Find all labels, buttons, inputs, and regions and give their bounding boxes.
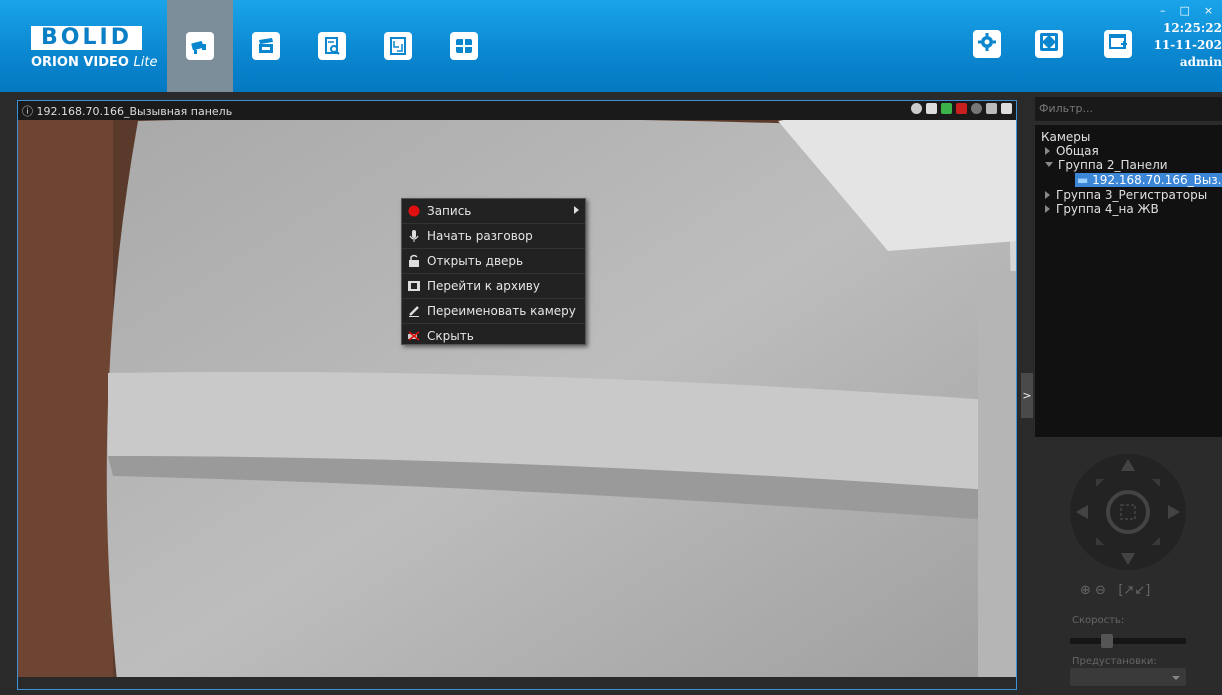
floor-plan-icon <box>384 32 412 60</box>
clapperboard-icon <box>252 32 280 60</box>
camera-label: 192.168.70.166_Выз... <box>1092 173 1222 187</box>
menu-item-label: Запись <box>427 204 472 218</box>
tab-monitoring[interactable] <box>167 0 233 92</box>
unlock-icon <box>407 254 421 268</box>
record-icon[interactable] <box>971 103 982 114</box>
archive-icon[interactable] <box>986 103 997 114</box>
pencil-icon <box>407 304 421 318</box>
tree-group-label: Группа 3_Регистраторы <box>1056 188 1208 202</box>
top-toolbar: BOLID ORION VIDEO Lite – □ × 12:25:22 11… <box>0 0 1222 92</box>
phone-icon[interactable] <box>941 103 952 114</box>
menu-item-label: Перейти к архиву <box>427 279 540 293</box>
tree-group-label: Общая <box>1056 144 1099 158</box>
presets-select[interactable] <box>1070 668 1186 686</box>
tree-root[interactable]: Камеры <box>1041 130 1090 144</box>
zoom-icon[interactable] <box>911 103 922 114</box>
current-user: admin <box>1179 55 1222 69</box>
right-panel: Фильтр... Камеры Общая Группа 2_Панели ▬… <box>1034 97 1222 695</box>
camera-image <box>18 101 1016 689</box>
video-footer <box>18 677 1016 689</box>
grid-layout-icon <box>450 32 478 60</box>
clock-date: 11-11-202 <box>1153 38 1222 52</box>
speed-label: Скорость: <box>1072 615 1125 626</box>
menu-item-open-door[interactable]: Открыть дверь <box>402 249 585 274</box>
menu-item-label: Переименовать камеру <box>427 304 576 318</box>
tab-clips[interactable] <box>233 0 299 92</box>
logo-sub-text: ORION VIDEO <box>31 55 129 70</box>
video-viewport[interactable]: ⓘ 192.168.70.166_Вызывная панель <box>17 100 1017 690</box>
menu-item-go-to-archive[interactable]: Перейти к архиву <box>402 274 585 299</box>
presets-label: Предустановки: <box>1072 656 1157 667</box>
tree-group-label: Группа 4_на ЖВ <box>1056 202 1159 216</box>
video-header: ⓘ 192.168.70.166_Вызывная панель <box>18 101 1016 120</box>
app-logo: BOLID ORION VIDEO Lite <box>31 26 157 81</box>
menu-item-hide[interactable]: Скрыть <box>402 324 585 348</box>
selected-camera[interactable]: ▬ 192.168.70.166_Выз... <box>1075 173 1222 187</box>
zoom-in-icon[interactable]: ⊕ <box>1080 583 1091 598</box>
tree-camera-item[interactable]: ▬ 192.168.70.166_Выз... <box>1075 173 1222 187</box>
filter-input[interactable]: Фильтр... <box>1035 97 1222 121</box>
focus-icon[interactable]: [↗↙] <box>1118 583 1150 598</box>
camera-icon <box>186 32 214 60</box>
fullscreen-icon <box>1039 32 1059 56</box>
expand-arrow-icon[interactable] <box>1045 191 1050 199</box>
panel-toggle-button[interactable]: > <box>1021 373 1033 418</box>
close-icon[interactable]: × <box>1204 4 1213 17</box>
zoom-out-icon[interactable]: ⊖ <box>1095 583 1106 598</box>
menu-item-rename-camera[interactable]: Переименовать камеру <box>402 299 585 324</box>
film-icon <box>407 279 421 293</box>
menu-item-label: Открыть дверь <box>427 254 524 268</box>
record-dot-icon <box>407 204 421 218</box>
submenu-arrow-icon <box>574 206 579 214</box>
camera-tree: Камеры Общая Группа 2_Панели ▬ 192.168.7… <box>1035 125 1222 437</box>
speed-slider[interactable] <box>1070 634 1186 648</box>
menu-item-label: Начать разговор <box>427 229 533 243</box>
camera-small-icon: ▬ <box>1077 173 1089 187</box>
lock-icon[interactable] <box>926 103 937 114</box>
camera-context-menu: Запись Начать разговор Открыть дверь Пер… <box>401 198 586 345</box>
tab-archive-search[interactable] <box>299 0 365 92</box>
add-window-icon <box>1108 32 1128 56</box>
snapshot-icon[interactable] <box>1001 103 1012 114</box>
status-clock: 12:25:22 11-11-202 admin <box>1142 20 1222 71</box>
hangup-icon[interactable] <box>956 103 967 114</box>
camera-title: 192.168.70.166_Вызывная панель <box>36 105 233 118</box>
clock-time: 12:25:22 <box>1163 21 1222 35</box>
fullscreen-button[interactable] <box>1035 30 1063 58</box>
document-search-icon <box>318 32 346 60</box>
microphone-icon <box>407 229 421 243</box>
tree-group-panels[interactable]: Группа 2_Панели <box>1045 158 1168 172</box>
ptz-control <box>1070 454 1186 570</box>
ptz-zoom-row: ⊕ ⊖ [↗↙] <box>1080 583 1150 598</box>
window-controls: – □ × <box>1160 4 1213 17</box>
menu-item-record[interactable]: Запись <box>402 199 585 224</box>
add-window-button[interactable] <box>1104 30 1132 58</box>
info-icon[interactable]: ⓘ <box>22 105 33 118</box>
video-tools <box>911 103 1012 114</box>
tree-group-zhv[interactable]: Группа 4_на ЖВ <box>1045 202 1159 216</box>
expand-arrow-icon[interactable] <box>1045 205 1050 213</box>
expand-arrow-icon[interactable] <box>1045 147 1050 155</box>
tree-group-recorders[interactable]: Группа 3_Регистраторы <box>1045 188 1207 202</box>
menu-item-label: Скрыть <box>427 329 474 343</box>
tree-group-general[interactable]: Общая <box>1045 144 1099 158</box>
settings-button[interactable] <box>973 30 1001 58</box>
collapse-arrow-icon[interactable] <box>1045 162 1053 167</box>
settings-icon <box>977 32 997 56</box>
logo-subtitle: ORION VIDEO Lite <box>31 55 157 70</box>
tab-plan[interactable] <box>365 0 431 92</box>
logo-sub-em: Lite <box>133 55 158 70</box>
tree-group-label: Группа 2_Панели <box>1058 158 1168 172</box>
logo-main: BOLID <box>31 26 142 50</box>
speed-slider-knob[interactable] <box>1101 634 1113 648</box>
hide-camera-icon <box>407 329 421 343</box>
menu-item-start-talk[interactable]: Начать разговор <box>402 224 585 249</box>
tab-layout[interactable] <box>431 0 497 92</box>
minimize-icon[interactable]: – <box>1160 4 1166 17</box>
video-title: ⓘ 192.168.70.166_Вызывная панель <box>22 103 232 119</box>
maximize-icon[interactable]: □ <box>1180 4 1190 17</box>
